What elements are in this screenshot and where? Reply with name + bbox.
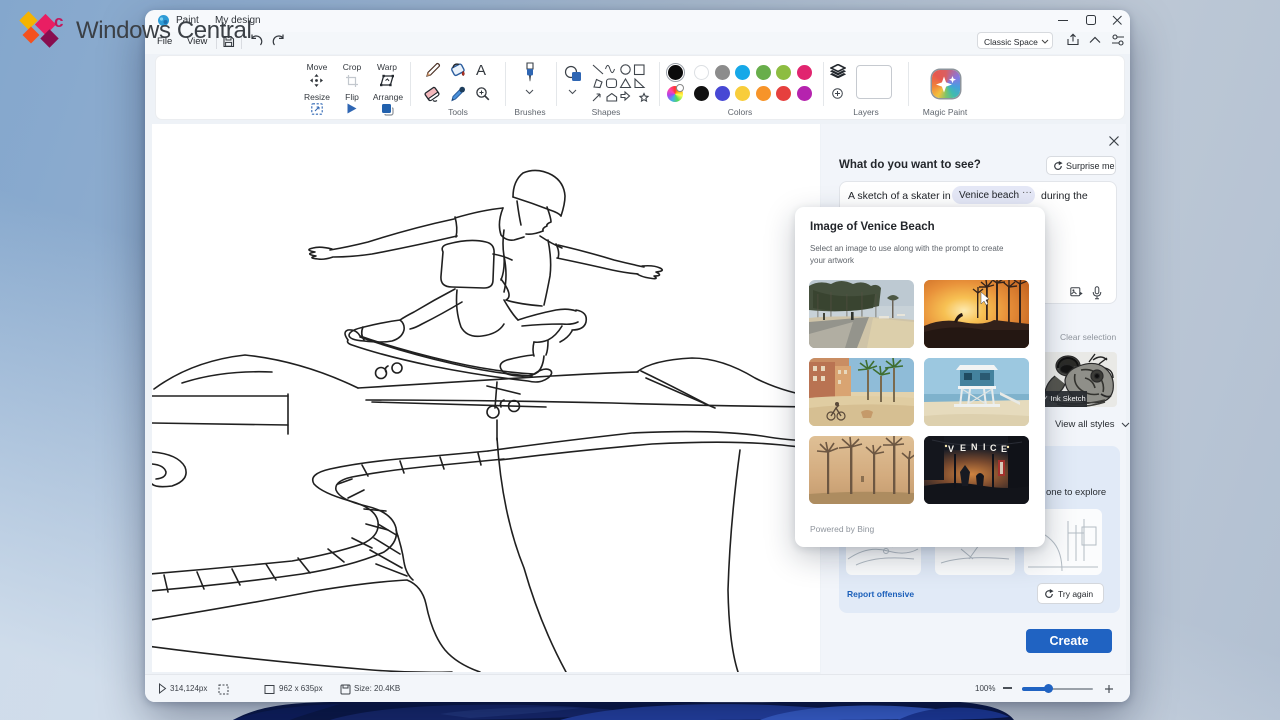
svg-text:V: V bbox=[948, 444, 954, 454]
svg-text:C: C bbox=[990, 443, 997, 453]
svg-text:E: E bbox=[960, 443, 966, 453]
svg-text:I: I bbox=[983, 442, 986, 452]
svg-text:N: N bbox=[971, 442, 978, 452]
svg-text:Windows Central: Windows Central bbox=[76, 17, 251, 44]
svg-text:E: E bbox=[1001, 444, 1007, 454]
svg-text:c: c bbox=[54, 12, 63, 31]
